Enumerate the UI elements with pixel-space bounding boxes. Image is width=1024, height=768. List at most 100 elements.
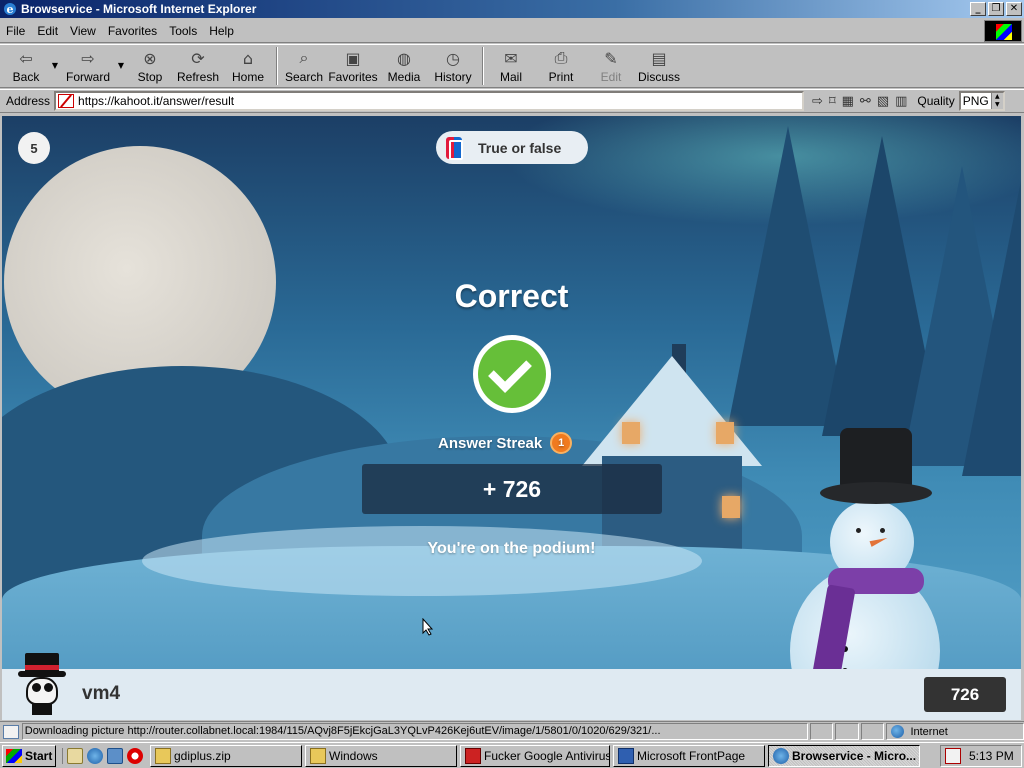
task-frontpage[interactable]: Microsoft FrontPage: [613, 744, 765, 767]
discuss-icon: ▤: [651, 48, 667, 68]
find-binoculars-icon[interactable]: ⚯: [860, 94, 871, 109]
home-icon: ⌂: [242, 48, 254, 68]
task-label: Windows: [329, 748, 378, 763]
task-browservice[interactable]: Browservice - Micro...: [768, 744, 920, 767]
question-type-pill: True or false: [436, 131, 588, 164]
windows-logo-icon: [6, 748, 22, 763]
refresh-button[interactable]: ⟳ Refresh: [172, 45, 224, 87]
edit-button[interactable]: ✎ Edit: [588, 45, 634, 87]
forward-button[interactable]: ⇨ Forward: [62, 45, 114, 87]
menu-favorites[interactable]: Favorites: [102, 24, 163, 38]
edit-page-icon: ✎: [604, 48, 618, 68]
status-cell: [809, 723, 834, 740]
zip-folder-icon: [155, 747, 171, 764]
snowman-eye: [856, 528, 861, 533]
back-label: Back: [12, 70, 40, 84]
menu-view[interactable]: View: [64, 24, 102, 38]
cabin-window: [722, 496, 740, 518]
page-blocked-icon: [58, 94, 75, 108]
status-bar: Downloading picture http://router.collab…: [0, 721, 1024, 741]
search-icon: ⌕: [299, 48, 309, 67]
maximize-button[interactable]: ❐: [988, 2, 1004, 16]
home-button[interactable]: ⌂ Home: [224, 45, 272, 87]
task-antivirus[interactable]: Fucker Google Antivirus ...: [460, 744, 610, 767]
start-button[interactable]: Start: [2, 744, 56, 767]
notepad-icon[interactable]: [67, 747, 83, 764]
mail-button[interactable]: ✉ Mail: [488, 45, 534, 87]
menu-file[interactable]: File: [0, 24, 31, 38]
media-button[interactable]: ◍ Media: [380, 45, 428, 87]
spinner-arrows-icon[interactable]: ▲ ▼: [990, 93, 1003, 109]
mouse-cursor-icon: [422, 618, 434, 636]
question-type-label: True or false: [478, 139, 562, 156]
favorites-folder-icon: ▣: [345, 48, 361, 68]
zoom-icon[interactable]: ▧: [877, 94, 889, 109]
quick-launch: [62, 747, 147, 764]
tray-app-icon[interactable]: [945, 748, 961, 764]
window-titlebar[interactable]: e Browservice - Microsoft Internet Explo…: [0, 0, 1024, 18]
bookmark-icon[interactable]: ⌑: [829, 94, 836, 109]
avatar-hat-band: [25, 665, 59, 670]
reader-icon[interactable]: ▦: [842, 94, 854, 109]
clipboard-icon[interactable]: ▥: [895, 94, 907, 109]
back-arrow-icon: ⇦: [19, 48, 33, 68]
opera-icon[interactable]: [127, 747, 143, 764]
question-number-badge: 5: [18, 132, 50, 164]
search-button[interactable]: ⌕ Search: [282, 45, 326, 87]
avatar-top-hat: [25, 653, 59, 673]
internet-explorer-icon[interactable]: [87, 747, 103, 764]
answer-streak-label: Answer Streak: [438, 434, 543, 452]
task-gdiplus-zip[interactable]: gdiplus.zip: [150, 744, 302, 767]
menu-edit[interactable]: Edit: [31, 24, 64, 38]
window-controls: _ ❐ ✕: [970, 2, 1022, 16]
refresh-label: Refresh: [176, 70, 220, 84]
history-button[interactable]: ◷ History: [428, 45, 478, 87]
forward-arrow-icon: ⇨: [81, 48, 95, 68]
clock[interactable]: 5:13 PM: [969, 749, 1014, 763]
address-label: Address: [6, 94, 51, 108]
snowman-hat-brim: [820, 482, 932, 504]
checkmark-fill: [478, 340, 546, 408]
antivirus-app-icon: [465, 747, 481, 764]
status-cell: [835, 723, 859, 740]
address-input[interactable]: https://kahoot.it/answer/result: [54, 91, 805, 111]
favorites-label: Favorites: [328, 70, 378, 84]
edit-label: Edit: [600, 70, 622, 84]
go-arrow-icon[interactable]: ⇨: [812, 94, 823, 109]
close-button[interactable]: ✕: [1006, 2, 1022, 16]
history-icon: ◷: [446, 48, 460, 68]
toolbar: ⇦ Back ▼ ⇨ Forward ▼ ⊗ Stop ⟳ Refresh ⌂ …: [0, 44, 1024, 88]
status-cell: [860, 723, 885, 740]
search-label: Search: [284, 70, 324, 84]
stop-button[interactable]: ⊗ Stop: [128, 45, 172, 87]
print-label: Print: [548, 70, 574, 84]
favorites-button[interactable]: ▣ Favorites: [326, 45, 380, 87]
avatar-eye: [32, 683, 41, 692]
address-url: https://kahoot.it/answer/result: [78, 94, 235, 108]
answer-streak: Answer Streak 1: [438, 432, 573, 454]
back-button[interactable]: ⇦ Back: [4, 45, 48, 87]
show-desktop-icon[interactable]: [107, 747, 123, 764]
menu-tools[interactable]: Tools: [163, 24, 203, 38]
task-windows-folder[interactable]: Windows: [305, 744, 457, 767]
podium-message: You're on the podium!: [427, 540, 596, 557]
player-avatar: [16, 653, 68, 717]
avatar-skull: [26, 677, 58, 705]
cabin-roof: [582, 356, 762, 466]
minimize-button[interactable]: _: [970, 2, 986, 16]
taskbar: Start gdiplus.zip Windows Fucker Google …: [0, 742, 1024, 768]
print-button[interactable]: ⎙ Print: [534, 45, 588, 87]
media-label: Media: [387, 70, 421, 84]
task-label: gdiplus.zip: [174, 748, 231, 763]
player-footer: vm4 726: [2, 653, 1021, 720]
forward-dropdown-icon[interactable]: ▼: [114, 61, 128, 70]
back-dropdown-icon[interactable]: ▼: [48, 61, 62, 70]
snowman-hat: [840, 428, 912, 486]
quality-select[interactable]: PNG ▲ ▼: [958, 91, 1005, 111]
globe-icon: [891, 725, 905, 738]
menu-help[interactable]: Help: [203, 24, 240, 38]
discuss-button[interactable]: ▤ Discuss: [634, 45, 684, 87]
forward-label: Forward: [65, 70, 110, 84]
snowman-eye: [880, 528, 885, 533]
toolbar-separator: [482, 47, 484, 85]
